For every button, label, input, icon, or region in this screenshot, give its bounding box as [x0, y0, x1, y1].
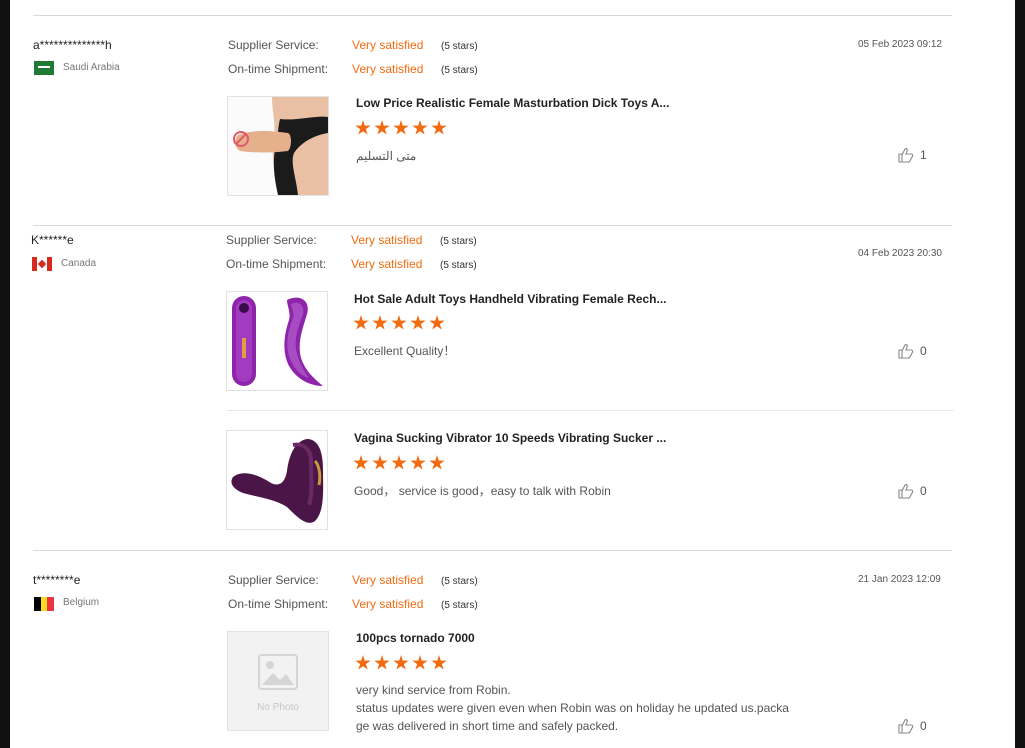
product-thumbnail[interactable]: [226, 291, 328, 391]
divider: [33, 550, 952, 551]
review-comment: Good， service is good，easy to talk with …: [354, 484, 611, 498]
review-date: 21 Jan 2023 12:09: [858, 574, 941, 585]
product-title[interactable]: Vagina Sucking Vibrator 10 Speeds Vibrat…: [354, 431, 666, 445]
product-image: [227, 431, 327, 529]
star-icon: [353, 315, 369, 330]
product-image: [228, 97, 328, 195]
like-button[interactable]: 1: [898, 147, 927, 163]
thumbs-up-icon: [898, 719, 914, 734]
supplier-service-label: Supplier Service:: [228, 573, 319, 587]
product-title[interactable]: Low Price Realistic Female Masturbation …: [356, 96, 669, 110]
saudi-arabia-flag-icon: [34, 61, 54, 75]
supplier-service-label: Supplier Service:: [228, 38, 319, 52]
supplier-service-stars: (5 stars): [441, 41, 478, 52]
product-title[interactable]: Hot Sale Adult Toys Handheld Vibrating F…: [354, 292, 667, 306]
divider: [33, 225, 952, 226]
star-icon: [410, 315, 426, 330]
supplier-service-stars: (5 stars): [440, 236, 477, 247]
product-title[interactable]: 100pcs tornado 7000: [356, 631, 475, 645]
thumbs-up-icon: [898, 484, 914, 499]
like-button[interactable]: 0: [898, 343, 927, 359]
star-icon: [391, 455, 407, 470]
star-icon: [429, 455, 445, 470]
shipment-label: On-time Shipment:: [228, 597, 329, 611]
like-count: 1: [920, 148, 927, 162]
shipment-label: On-time Shipment:: [226, 257, 327, 271]
product-rating: [353, 315, 445, 331]
supplier-service-value: Very satisfied: [352, 38, 424, 52]
window-edge-right: [1015, 0, 1025, 748]
shipment-stars: (5 stars): [441, 600, 478, 611]
shipment-label: On-time Shipment:: [228, 62, 329, 76]
review-date: 04 Feb 2023 20:30: [858, 248, 942, 259]
star-icon: [431, 120, 447, 135]
no-photo-label: No Photo: [257, 702, 299, 713]
buyer-country: Belgium: [63, 597, 100, 608]
thumbs-up-icon: [898, 148, 914, 163]
shipment-value: Very satisfied: [352, 597, 424, 611]
like-count: 0: [920, 719, 927, 733]
star-icon: [372, 315, 388, 330]
shipment-stars: (5 stars): [441, 65, 478, 76]
star-icon: [429, 315, 445, 330]
star-icon: [393, 655, 409, 670]
like-count: 0: [920, 484, 927, 498]
image-placeholder-icon: [258, 654, 298, 690]
star-icon: [355, 655, 371, 670]
supplier-service-stars: (5 stars): [441, 576, 478, 587]
shipment-stars: (5 stars): [440, 260, 477, 271]
buyer-name: a**************h: [33, 38, 112, 52]
supplier-service-value: Very satisfied: [351, 233, 423, 247]
star-icon: [431, 655, 447, 670]
star-icon: [410, 455, 426, 470]
like-count: 0: [920, 344, 927, 358]
star-icon: [374, 120, 390, 135]
supplier-service-label: Supplier Service:: [226, 233, 317, 247]
star-icon: [412, 120, 428, 135]
buyer-country: Canada: [61, 258, 97, 269]
product-rating: [355, 120, 447, 136]
shipment-value: Very satisfied: [352, 62, 424, 76]
canada-flag-icon: [32, 257, 52, 271]
product-divider: [227, 410, 954, 411]
window-edge-left: [0, 0, 10, 748]
star-icon: [355, 120, 371, 135]
buyer-name: K******e: [31, 233, 74, 247]
product-rating: [355, 655, 447, 671]
product-rating: [353, 455, 445, 471]
star-icon: [412, 655, 428, 670]
divider: [33, 15, 952, 16]
like-button[interactable]: 0: [898, 483, 927, 499]
supplier-service-value: Very satisfied: [352, 573, 424, 587]
buyer-country: Saudi Arabia: [63, 62, 120, 73]
star-icon: [353, 455, 369, 470]
star-icon: [374, 655, 390, 670]
star-icon: [391, 315, 407, 330]
review-comment-line: ge was delivered in short time and safel…: [356, 719, 619, 733]
review-date: 05 Feb 2023 09:12: [858, 39, 942, 50]
belgium-flag-icon: [34, 597, 54, 611]
product-thumbnail[interactable]: No Photo: [227, 631, 329, 731]
like-button[interactable]: 0: [898, 718, 927, 734]
product-thumbnail[interactable]: [227, 96, 329, 196]
thumbs-up-icon: [898, 344, 914, 359]
review-comment: Excellent Quality！: [354, 344, 456, 358]
star-icon: [393, 120, 409, 135]
review-comment-line: very kind service from Robin.: [356, 683, 511, 697]
product-image: [227, 292, 327, 390]
star-icon: [372, 455, 388, 470]
shipment-value: Very satisfied: [351, 257, 423, 271]
product-thumbnail[interactable]: [226, 430, 328, 530]
review-comment-line: status updates were given even when Robi…: [356, 701, 789, 715]
buyer-name: t********e: [33, 573, 81, 587]
review-comment: متى التسليم: [356, 149, 417, 163]
